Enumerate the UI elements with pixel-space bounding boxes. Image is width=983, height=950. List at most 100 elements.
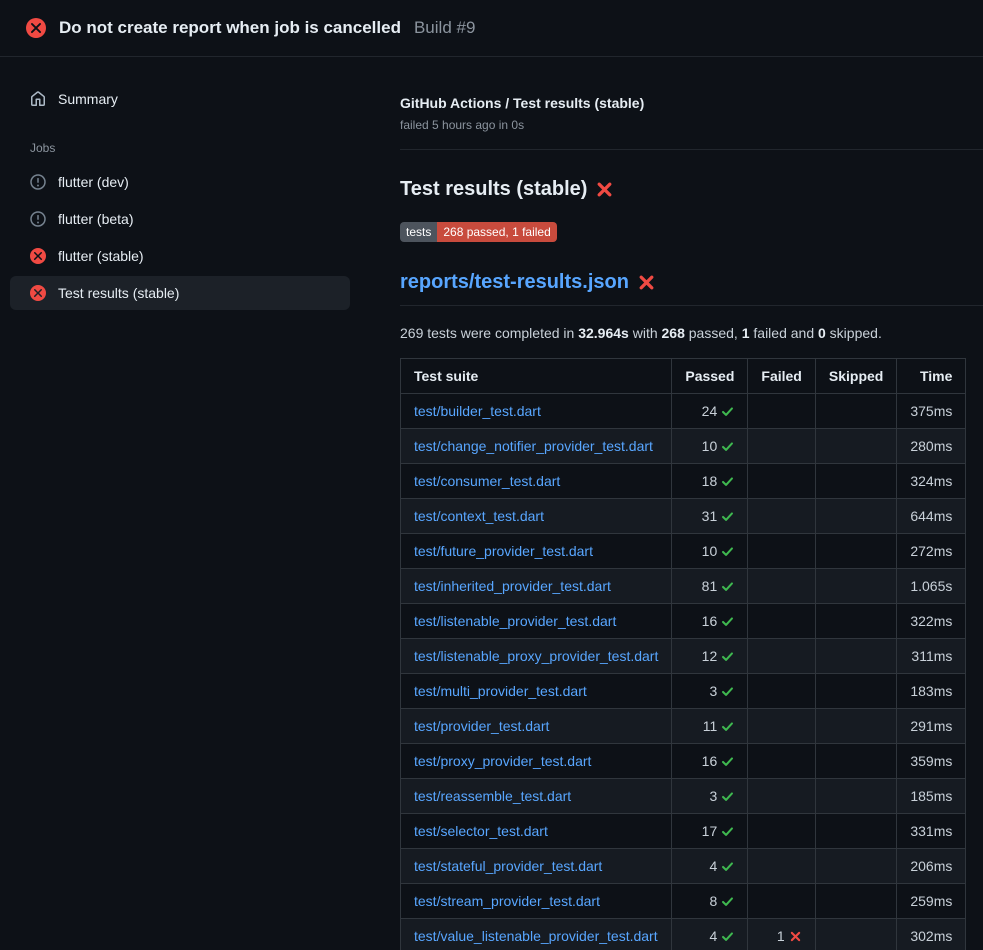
skipped-cell [815, 569, 896, 604]
test-suite-link[interactable]: test/provider_test.dart [414, 718, 549, 734]
sidebar-job-flutter-stable[interactable]: flutter (stable) [10, 239, 350, 273]
passed-cell: 81 [672, 569, 748, 604]
cross-mark-icon [638, 274, 655, 291]
summary-duration: 32.964s [578, 325, 629, 341]
suite-cell: test/reassemble_test.dart [401, 779, 672, 814]
test-suite-link[interactable]: test/listenable_proxy_provider_test.dart [414, 648, 658, 664]
skipped-cell [815, 534, 896, 569]
failed-cell [748, 604, 815, 639]
neutral-status-icon [30, 211, 46, 227]
time-cell: 291ms [897, 709, 966, 744]
job-label: flutter (dev) [58, 174, 129, 190]
test-suite-link[interactable]: test/stream_provider_test.dart [414, 893, 600, 909]
test-suite-row: test/value_listenable_provider_test.dart… [401, 919, 966, 950]
test-suite-row: test/proxy_provider_test.dart 16 359ms [401, 744, 966, 779]
badge-label: tests [400, 222, 437, 242]
jobs-section-label: Jobs [10, 141, 350, 155]
suite-cell: test/change_notifier_provider_test.dart [401, 429, 672, 464]
failed-cell [748, 849, 815, 884]
test-suite-link[interactable]: test/reassemble_test.dart [414, 788, 571, 804]
test-suite-link[interactable]: test/listenable_provider_test.dart [414, 613, 616, 629]
test-suite-link[interactable]: test/stateful_provider_test.dart [414, 858, 602, 874]
time-cell: 1.065s [897, 569, 966, 604]
failed-cell [748, 429, 815, 464]
time-cell: 644ms [897, 499, 966, 534]
skipped-cell [815, 779, 896, 814]
test-suite-row: test/stream_provider_test.dart8 259ms [401, 884, 966, 919]
suite-cell: test/consumer_test.dart [401, 464, 672, 499]
check-icon [721, 930, 734, 943]
suite-cell: test/proxy_provider_test.dart [401, 744, 672, 779]
skipped-cell [815, 919, 896, 950]
cross-icon [789, 930, 802, 943]
check-icon [721, 580, 734, 593]
summary-part: skipped. [826, 325, 882, 341]
run-meta: failed 5 hours ago in 0s [400, 116, 983, 134]
failed-cell [748, 499, 815, 534]
home-icon [30, 91, 46, 107]
summary-part: passed, [685, 325, 742, 341]
test-suite-link[interactable]: test/future_provider_test.dart [414, 543, 593, 559]
test-suite-link[interactable]: test/multi_provider_test.dart [414, 683, 587, 699]
failed-cell: 1 [748, 919, 815, 950]
suite-cell: test/stream_provider_test.dart [401, 884, 672, 919]
test-suite-link[interactable]: test/context_test.dart [414, 508, 544, 524]
test-suite-link[interactable]: test/consumer_test.dart [414, 473, 560, 489]
test-suite-link[interactable]: test/builder_test.dart [414, 403, 541, 419]
passed-cell: 4 [672, 919, 748, 950]
time-cell: 183ms [897, 674, 966, 709]
test-suite-link[interactable]: test/selector_test.dart [414, 823, 548, 839]
main-content: GitHub Actions / Test results (stable) f… [360, 57, 983, 950]
check-icon [721, 685, 734, 698]
column-header-failed: Failed [748, 359, 815, 394]
test-suite-row: test/inherited_provider_test.dart 81 1.06… [401, 569, 966, 604]
report-link[interactable]: reports/test-results.json [400, 268, 629, 296]
check-icon [721, 650, 734, 663]
time-cell: 359ms [897, 744, 966, 779]
sidebar-job-flutter-dev[interactable]: flutter (dev) [10, 165, 350, 199]
summary-passed-count: 268 [662, 325, 685, 341]
badge-value: 268 passed, 1 failed [437, 222, 556, 242]
test-suite-row: test/change_notifier_provider_test.dart1… [401, 429, 966, 464]
sidebar-job-test-results-stable[interactable]: Test results (stable) [10, 276, 350, 310]
summary-failed-count: 1 [742, 325, 750, 341]
sidebar-item-summary[interactable]: Summary [10, 83, 350, 115]
results-table: Test suitePassedFailedSkippedTime test/b… [400, 358, 966, 950]
job-label: Test results (stable) [58, 285, 179, 301]
test-suite-row: test/provider_test.dart11 291ms [401, 709, 966, 744]
suite-cell: test/future_provider_test.dart [401, 534, 672, 569]
skipped-cell [815, 394, 896, 429]
tests-badge: tests 268 passed, 1 failed [400, 222, 557, 242]
test-suite-row: test/stateful_provider_test.dart4 206ms [401, 849, 966, 884]
check-icon [721, 720, 734, 733]
column-header-time: Time [897, 359, 966, 394]
check-icon [721, 825, 734, 838]
report-heading: reports/test-results.json [400, 268, 983, 306]
failed-cell [748, 639, 815, 674]
summary-part: with [629, 325, 662, 341]
time-cell: 375ms [897, 394, 966, 429]
test-suite-link[interactable]: test/value_listenable_provider_test.dart [414, 928, 658, 944]
sidebar-job-flutter-beta[interactable]: flutter (beta) [10, 202, 350, 236]
passed-cell: 16 [672, 744, 748, 779]
test-suite-link[interactable]: test/inherited_provider_test.dart [414, 578, 611, 594]
summary-label: Summary [58, 91, 118, 107]
test-suite-row: test/consumer_test.dart18 324ms [401, 464, 966, 499]
check-icon [721, 440, 734, 453]
failed-cell [748, 569, 815, 604]
suite-cell: test/provider_test.dart [401, 709, 672, 744]
failed-cell [748, 394, 815, 429]
run-header: Do not create report when job is cancell… [0, 0, 983, 57]
section-title: Test results (stable) [400, 174, 983, 204]
suite-cell: test/builder_test.dart [401, 394, 672, 429]
skipped-cell [815, 849, 896, 884]
test-suite-link[interactable]: test/change_notifier_provider_test.dart [414, 438, 653, 454]
passed-cell: 8 [672, 884, 748, 919]
results-table-body: test/builder_test.dart24 375mstest/chang… [401, 394, 966, 950]
check-icon [721, 755, 734, 768]
passed-cell: 16 [672, 604, 748, 639]
check-icon [721, 475, 734, 488]
time-cell: 185ms [897, 779, 966, 814]
test-suite-link[interactable]: test/proxy_provider_test.dart [414, 753, 591, 769]
column-header-test-suite: Test suite [401, 359, 672, 394]
